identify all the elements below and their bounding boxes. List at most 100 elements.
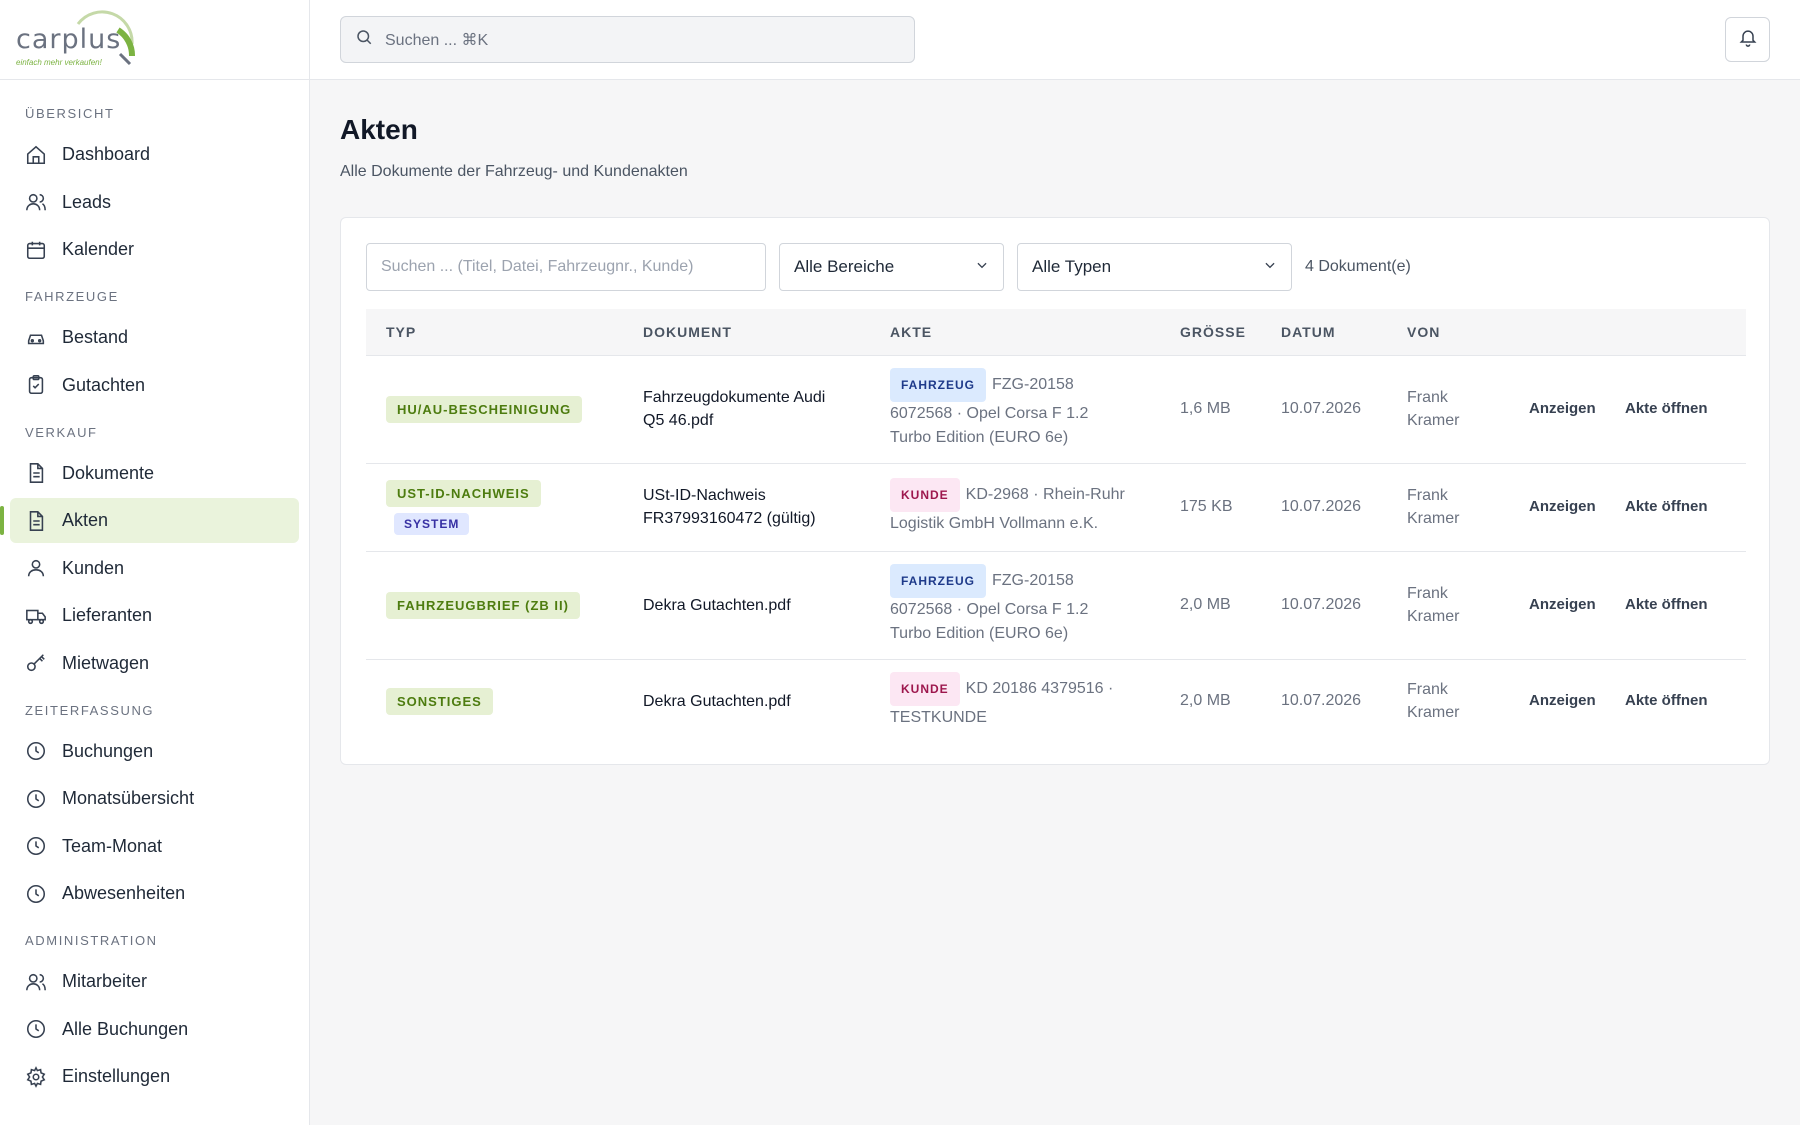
view-button[interactable]: Anzeigen — [1529, 596, 1596, 613]
sidebar-item-label: Einstellungen — [62, 1066, 171, 1086]
clock-icon — [25, 1018, 47, 1040]
record-type-badge: FAHRZEUG — [890, 564, 986, 598]
sidebar-item-label: Lieferanten — [62, 605, 153, 625]
sidebar-item-dashboard[interactable]: Dashboard — [10, 132, 299, 177]
sidebar-item-label: Dokumente — [62, 462, 155, 483]
record-ref: FAHRZEUG FZG-20158 6072568 · Opel Corsa F … — [870, 550, 1160, 659]
record-type-badge: KUNDE — [890, 672, 960, 707]
search-icon — [355, 28, 373, 51]
doc-date: 10.07.2026 — [1261, 462, 1387, 551]
open-record-button[interactable]: Akte öffnen — [1625, 400, 1708, 417]
document-name: Dekra Gutachten.pdf — [623, 658, 870, 743]
col-header-groesse[interactable]: GRÖSSE — [1160, 309, 1261, 355]
sidebar-item-einstellungen[interactable]: Einstellungen — [10, 1054, 299, 1099]
uploaded-by: Frank Kramer — [1387, 462, 1509, 551]
section-zeiterfassung: ZEITERFASSUNG — [25, 702, 155, 718]
area-select[interactable]: Alle Bereiche — [779, 243, 1004, 291]
table-row[interactable]: UST-ID-NACHWEIS SYSTEM USt-ID-Nachweis FR… — [366, 462, 1746, 551]
filter-bar: Suchen ... (Titel, Datei, Fahrzeugnr., K… — [366, 243, 1411, 291]
clock-icon — [25, 835, 47, 857]
sidebar-item-monatsuebersicht[interactable]: Monatsübersicht — [10, 776, 299, 821]
sidebar-item-bestand[interactable]: Bestand — [10, 315, 299, 360]
document-icon — [25, 462, 47, 484]
doc-date: 10.07.2026 — [1261, 658, 1387, 743]
main-content: Akten Alle Dokumente der Fahrzeug- und K… — [340, 80, 1770, 765]
record-ref: FAHRZEUG FZG-20158 6072568 · Opel Corsa F … — [870, 354, 1160, 463]
home-icon — [25, 144, 47, 166]
table-row[interactable]: SONSTIGES Dekra Gutachten.pdf KUNDE KD 20… — [366, 658, 1746, 743]
sidebar-item-label: Leads — [62, 191, 112, 212]
sidebar-item-akten[interactable]: Akten — [0, 498, 299, 543]
table-row[interactable]: HU/AU-BESCHEINIGUNG Fahrzeugdokumente Au… — [366, 354, 1746, 463]
col-header-datum[interactable]: DATUM — [1261, 309, 1387, 355]
open-record-button[interactable]: Akte öffnen — [1625, 498, 1708, 515]
sidebar-item-label: Mietwagen — [62, 652, 150, 673]
open-record-button[interactable]: Akte öffnen — [1625, 596, 1708, 613]
sidebar-item-mitarbeiter[interactable]: Mitarbeiter — [10, 959, 299, 1004]
sidebar-item-label: Monatsübersicht — [62, 788, 195, 808]
clipboard-icon — [25, 374, 47, 396]
page-title: Akten — [340, 114, 418, 145]
document-icon — [25, 510, 47, 532]
sidebar: carplus einfach mehr verkaufen! ÜBERSICH… — [0, 0, 310, 1125]
sidebar-item-kunden[interactable]: Kunden — [10, 546, 299, 591]
sidebar-item-alle-buchungen[interactable]: Alle Buchungen — [10, 1007, 299, 1052]
sidebar-item-lieferanten[interactable]: Lieferanten — [10, 593, 299, 638]
documents-table: TYP DOKUMENT AKTE GRÖSSE DATUM VON HU/AU… — [366, 309, 1746, 743]
file-size: 2,0 MB — [1160, 658, 1261, 743]
table-row[interactable]: FAHRZEUGBRIEF (ZB II) Dekra Gutachten.pd… — [366, 550, 1746, 659]
section-fahrzeuge: FAHRZEUGE — [25, 289, 119, 304]
section-administration: ADMINISTRATION — [25, 933, 158, 948]
logo[interactable]: carplus einfach mehr verkaufen! — [0, 0, 309, 80]
sidebar-item-team-monat[interactable]: Team-Monat — [10, 824, 299, 869]
open-record-button[interactable]: Akte öffnen — [1625, 692, 1708, 709]
car-icon — [25, 327, 47, 349]
record-type-badge: FAHRZEUG — [890, 368, 986, 402]
sidebar-item-label: Buchungen — [62, 740, 154, 761]
document-search-input[interactable]: Suchen ... (Titel, Datei, Fahrzeugnr., K… — [366, 243, 766, 291]
clock-icon — [25, 883, 47, 905]
sidebar-item-leads[interactable]: Leads — [10, 180, 299, 225]
doc-date: 10.07.2026 — [1261, 354, 1387, 463]
sidebar-item-dokumente[interactable]: Dokumente — [10, 451, 299, 496]
file-size: 1,6 MB — [1160, 354, 1261, 463]
file-size: 2,0 MB — [1160, 550, 1261, 659]
doc-date: 10.07.2026 — [1261, 550, 1387, 659]
chevron-down-icon — [1263, 257, 1277, 277]
sidebar-item-kalender[interactable]: Kalender — [10, 227, 299, 272]
sidebar-item-label: Abwesenheiten — [62, 883, 186, 903]
view-button[interactable]: Anzeigen — [1529, 400, 1596, 417]
type-badge: UST-ID-NACHWEIS — [386, 479, 541, 507]
topbar: Suchen ... ⌘K — [310, 0, 1800, 80]
view-button[interactable]: Anzeigen — [1529, 498, 1596, 515]
record-ref: KUNDE KD-2968 · Rhein-Ruhr Logistik GmbH V… — [870, 462, 1160, 551]
notifications-button[interactable] — [1725, 17, 1770, 62]
col-header-actions2 — [1605, 309, 1746, 355]
col-header-actions — [1509, 309, 1605, 355]
uploaded-by: Frank Kramer — [1387, 550, 1509, 659]
sidebar-item-abwesenheiten[interactable]: Abwesenheiten — [10, 871, 299, 916]
sidebar-item-mietwagen[interactable]: Mietwagen — [10, 641, 299, 686]
type-badge: SONSTIGES — [386, 687, 493, 715]
chevron-down-icon — [975, 257, 989, 277]
type-select-value: Alle Typen — [1032, 257, 1112, 276]
type-badge: FAHRZEUGBRIEF (ZB II) — [386, 591, 580, 619]
page-subtitle: Alle Dokumente der Fahrzeug- und Kundena… — [340, 163, 688, 180]
document-count: 4 Dokument(e) — [1305, 258, 1411, 275]
col-header-typ[interactable]: TYP — [366, 309, 623, 355]
record-type-badge: KUNDE — [890, 478, 960, 512]
type-select[interactable]: Alle Typen — [1017, 243, 1292, 291]
global-search-input[interactable]: Suchen ... ⌘K — [340, 16, 915, 63]
col-header-von[interactable]: VON — [1387, 309, 1509, 355]
view-button[interactable]: Anzeigen — [1529, 692, 1596, 709]
uploaded-by: Frank Kramer — [1387, 658, 1509, 743]
sidebar-item-buchungen[interactable]: Buchungen — [10, 729, 299, 774]
document-name: USt-ID-Nachweis FR37993160472 (gültig) — [623, 462, 870, 551]
col-header-akte[interactable]: AKTE — [870, 309, 1160, 355]
col-header-dokument[interactable]: DOKUMENT — [623, 309, 870, 355]
truck-icon — [25, 605, 47, 627]
sidebar-item-gutachten[interactable]: Gutachten — [10, 363, 299, 408]
sidebar-item-label: Kalender — [62, 239, 135, 259]
logo-wordmark: carplus — [16, 24, 122, 55]
sidebar-item-label: Alle Buchungen — [62, 1018, 189, 1039]
